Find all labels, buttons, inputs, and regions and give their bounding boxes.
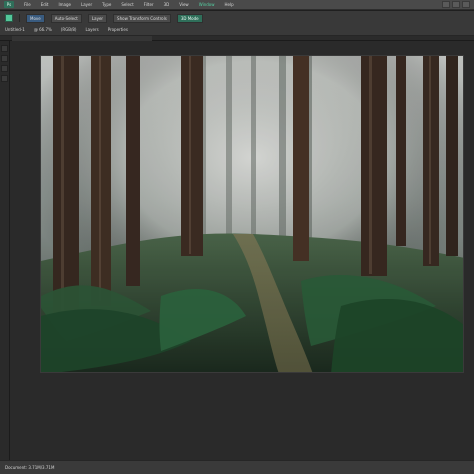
document-size: Document: 3.71M/3.71M (5, 465, 55, 470)
menu-file[interactable]: File (24, 2, 31, 7)
options-bar: Move Auto-Select Layer Show Transform Co… (0, 11, 474, 36)
vignette (41, 56, 463, 372)
app-icon: Ps (4, 1, 14, 8)
move-tool-icon[interactable] (5, 14, 13, 22)
maximize-button[interactable] (452, 1, 460, 8)
option-move[interactable]: Move (26, 13, 45, 23)
status-bar: Document: 3.71M/3.71M (0, 460, 474, 474)
option-3d-mode[interactable]: 3D Mode (176, 13, 203, 23)
minimize-button[interactable] (442, 1, 450, 8)
tools-panel (0, 41, 10, 460)
close-button[interactable] (462, 1, 470, 8)
panel-properties-tab[interactable]: Properties (108, 27, 128, 32)
menu-filter[interactable]: Filter (144, 2, 154, 7)
menu-help[interactable]: Help (224, 2, 233, 7)
forest-illustration (41, 56, 463, 372)
forest-photo (40, 55, 464, 373)
menu-view[interactable]: View (179, 2, 189, 7)
menu-select[interactable]: Select (121, 2, 133, 7)
tool-button[interactable] (1, 65, 8, 72)
menu-3d[interactable]: 3D (164, 2, 170, 7)
tool-button[interactable] (1, 45, 8, 52)
options-row: Move Auto-Select Layer Show Transform Co… (0, 13, 474, 23)
panel-layers-tab[interactable]: Layers (85, 27, 98, 32)
option-auto-select[interactable]: Auto-Select (50, 13, 82, 23)
document-title[interactable]: Untitled-1 (5, 27, 25, 32)
menu-bar: Ps File Edit Image Layer Type Select Fil… (0, 0, 474, 10)
option-layer[interactable]: Layer (87, 13, 108, 23)
document-row: Untitled-1 @ 66.7% (RGB/8) Layers Proper… (0, 25, 474, 34)
menu-image[interactable]: Image (58, 2, 71, 7)
menu-type[interactable]: Type (102, 2, 111, 7)
menu-edit[interactable]: Edit (41, 2, 49, 7)
menu-layer[interactable]: Layer (81, 2, 92, 7)
option-show-transform-controls[interactable]: Show Transform Controls (113, 13, 171, 23)
color-mode: (RGB/8) (60, 27, 77, 32)
zoom-level: @ 66.7% (33, 27, 52, 32)
menu-window[interactable]: Window (199, 2, 215, 7)
divider (19, 14, 20, 22)
tool-button[interactable] (1, 55, 8, 62)
tool-button[interactable] (1, 75, 8, 82)
window-controls (442, 1, 470, 8)
